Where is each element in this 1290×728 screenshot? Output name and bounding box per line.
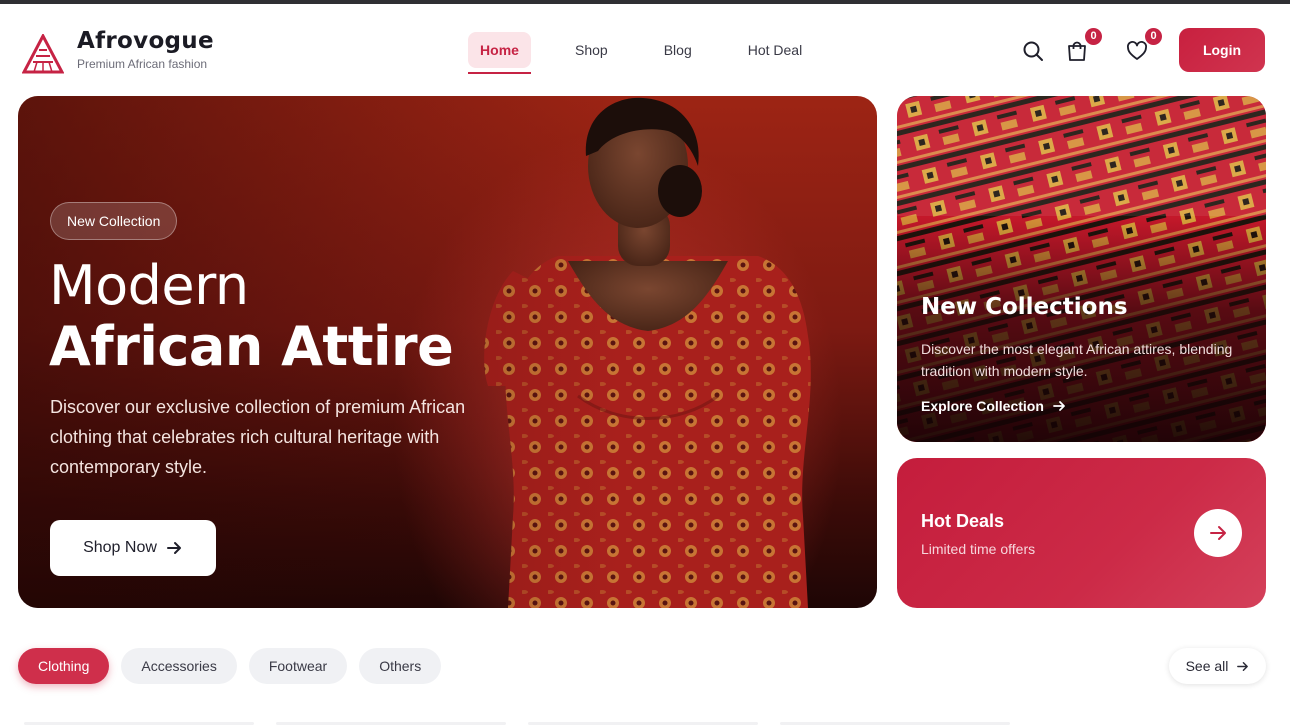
arrow-right-icon bbox=[1237, 661, 1249, 671]
hot-deals-subtitle: Limited time offers bbox=[921, 541, 1036, 557]
brand[interactable]: Afrovogue Premium African fashion bbox=[77, 28, 214, 71]
shop-now-button[interactable]: Shop Now bbox=[50, 520, 216, 576]
cart-button[interactable]: 0 bbox=[1066, 28, 1102, 62]
nav-item-shop[interactable]: Shop bbox=[575, 32, 608, 68]
hot-deals-arrow-button[interactable] bbox=[1194, 509, 1242, 557]
see-all-label: See all bbox=[1185, 658, 1229, 674]
product-card-edge bbox=[780, 722, 1010, 725]
card-overlay bbox=[897, 96, 1266, 442]
logo-icon[interactable] bbox=[22, 34, 64, 74]
main-nav: Home Shop Blog Hot Deal bbox=[468, 32, 802, 74]
arrow-right-icon bbox=[1053, 401, 1065, 411]
see-all-button[interactable]: See all bbox=[1169, 648, 1266, 684]
new-collection-badge: New Collection bbox=[50, 202, 178, 240]
hot-deals-card[interactable]: Hot Deals Limited time offers bbox=[897, 458, 1266, 608]
product-card-edge bbox=[528, 722, 758, 725]
search-icon[interactable] bbox=[1022, 40, 1044, 62]
category-tab-others[interactable]: Others bbox=[359, 648, 442, 684]
heart-icon bbox=[1127, 41, 1147, 60]
cart-count-badge: 0 bbox=[1085, 28, 1102, 45]
hero-title-line2: African Attire bbox=[49, 315, 454, 378]
new-collections-card[interactable]: New Collections Discover the most elegan… bbox=[897, 96, 1266, 442]
wishlist-button[interactable]: 0 bbox=[1126, 28, 1162, 62]
new-collections-description: Discover the most elegant African attire… bbox=[921, 341, 1233, 379]
brand-tagline: Premium African fashion bbox=[77, 57, 208, 71]
hero-description: Discover our exclusive collection of pre… bbox=[50, 397, 466, 477]
shopping-bag-icon bbox=[1068, 41, 1086, 61]
category-tab-footwear[interactable]: Footwear bbox=[248, 648, 348, 684]
shop-now-label: Shop Now bbox=[83, 539, 157, 556]
wishlist-count-badge: 0 bbox=[1145, 28, 1162, 45]
category-tab-accessories[interactable]: Accessories bbox=[121, 648, 237, 684]
site-header: Afrovogue Premium African fashion Home S… bbox=[0, 4, 1290, 92]
arrow-right-icon bbox=[1210, 526, 1226, 540]
product-card-edge bbox=[276, 722, 506, 725]
arrow-right-icon bbox=[166, 542, 181, 554]
hero-title-line1: Modern bbox=[49, 254, 249, 317]
login-button[interactable]: Login bbox=[1179, 28, 1265, 72]
explore-collection-label: Explore Collection bbox=[921, 398, 1044, 414]
hero-banner: New Collection Modern African Attire Dis… bbox=[18, 96, 877, 608]
category-tabs: Clothing Accessories Footwear Others bbox=[18, 648, 442, 684]
hot-deals-title: Hot Deals bbox=[921, 511, 1005, 531]
new-collections-title: New Collections bbox=[921, 294, 1128, 320]
nav-item-home[interactable]: Home bbox=[468, 32, 531, 74]
nav-item-blog[interactable]: Blog bbox=[664, 32, 692, 68]
brand-name: Afrovogue bbox=[77, 28, 214, 54]
product-card-edge bbox=[24, 722, 254, 725]
nav-item-hot-deal[interactable]: Hot Deal bbox=[748, 32, 802, 68]
category-tab-clothing[interactable]: Clothing bbox=[18, 648, 110, 684]
explore-collection-link[interactable]: Explore Collection bbox=[921, 398, 1066, 414]
